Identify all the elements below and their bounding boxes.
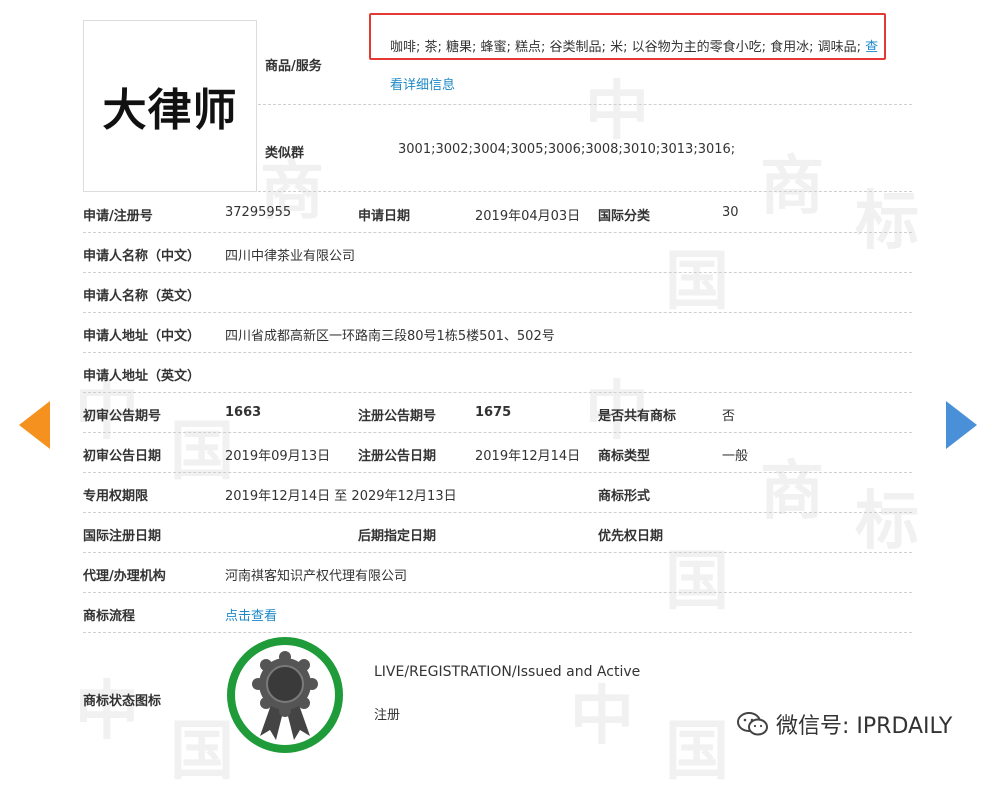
divider — [258, 104, 912, 105]
prelim-no-label: 初审公告期号 — [83, 409, 162, 424]
divider — [83, 592, 912, 593]
later-date-label: 后期指定日期 — [358, 529, 437, 544]
divider — [83, 512, 912, 513]
divider — [83, 552, 912, 553]
address-en-label: 申请人地址（英文） — [83, 369, 201, 384]
priority-date-label: 优先权日期 — [598, 529, 664, 544]
prelim-no-value: 1663 — [225, 405, 262, 420]
tm-type-label: 商标类型 — [598, 449, 651, 464]
exclusive-label: 专用权期限 — [83, 489, 149, 504]
similar-group-value: 3001;3002;3004;3005;3006;3008;3010;3013;… — [398, 142, 736, 157]
divider — [83, 432, 912, 433]
exclusive-value: 2019年12月14日 至 2029年12月13日 — [225, 489, 457, 504]
status-cn-text: 注册 — [374, 708, 401, 723]
shared-value: 否 — [722, 409, 736, 424]
agency-label: 代理/办理机构 — [83, 569, 166, 584]
intl-reg-date-label: 国际注册日期 — [83, 529, 162, 544]
trademark-logo-text: 大律师 — [102, 85, 238, 136]
reg-no-label: 申请/注册号 — [83, 209, 153, 224]
goods-detail-link[interactable]: 看详细信息 — [390, 74, 455, 93]
reg-pub-date-label: 注册公告日期 — [358, 449, 437, 464]
status-en-text: LIVE/REGISTRATION/Issued and Active — [374, 664, 641, 680]
reg-pub-no-value: 1675 — [475, 405, 512, 420]
reg-no-value: 37295955 — [225, 205, 292, 220]
shared-label: 是否共有商标 — [598, 409, 677, 424]
wechat-watermark: 微信号: IPRDAILY — [736, 708, 952, 740]
applicant-cn-value: 四川中律茶业有限公司 — [225, 249, 356, 264]
divider — [83, 232, 912, 233]
prelim-date-value: 2019年09月13日 — [225, 449, 331, 464]
applicant-cn-label: 申请人名称（中文） — [83, 249, 201, 264]
app-date-value: 2019年04月03日 — [475, 209, 581, 224]
reg-pub-no-label: 注册公告期号 — [358, 409, 437, 424]
process-link[interactable]: 点击查看 — [225, 605, 277, 624]
status-icon-label: 商标状态图标 — [83, 694, 162, 709]
intl-class-value: 30 — [722, 205, 739, 220]
divider — [83, 392, 912, 393]
divider — [83, 632, 912, 633]
prev-arrow-icon[interactable] — [19, 401, 50, 449]
address-cn-label: 申请人地址（中文） — [83, 329, 201, 344]
next-arrow-icon[interactable] — [946, 401, 977, 449]
reg-pub-date-value: 2019年12月14日 — [475, 449, 581, 464]
divider — [83, 312, 912, 313]
trademark-detail-page: 大律师 商品/服务 咖啡; 茶; 糖果; 蜂蜜; 糕点; 谷类制品; 米; 以谷… — [0, 0, 996, 768]
tm-type-value: 一般 — [722, 449, 749, 464]
address-cn-value: 四川省成都高新区一环路南三段80号1栋5楼501、502号 — [225, 329, 555, 344]
tm-form-label: 商标形式 — [598, 489, 651, 504]
highlight-box — [369, 13, 886, 60]
agency-value: 河南祺客知识产权代理有限公司 — [225, 569, 408, 584]
goods-label: 商品/服务 — [265, 59, 322, 74]
wechat-icon — [737, 712, 768, 736]
wechat-id-text: 微信号: IPRDAILY — [776, 714, 953, 739]
similar-group-label: 类似群 — [265, 146, 305, 161]
intl-class-label: 国际分类 — [598, 209, 651, 224]
app-date-label: 申请日期 — [358, 209, 411, 224]
registration-badge-icon — [227, 637, 343, 753]
divider — [83, 352, 912, 353]
divider — [83, 472, 912, 473]
process-label: 商标流程 — [83, 609, 136, 624]
applicant-en-label: 申请人名称（英文） — [83, 289, 201, 304]
divider — [258, 191, 912, 192]
prelim-date-label: 初审公告日期 — [83, 449, 162, 464]
trademark-logo: 大律师 — [83, 20, 257, 192]
divider — [83, 272, 912, 273]
